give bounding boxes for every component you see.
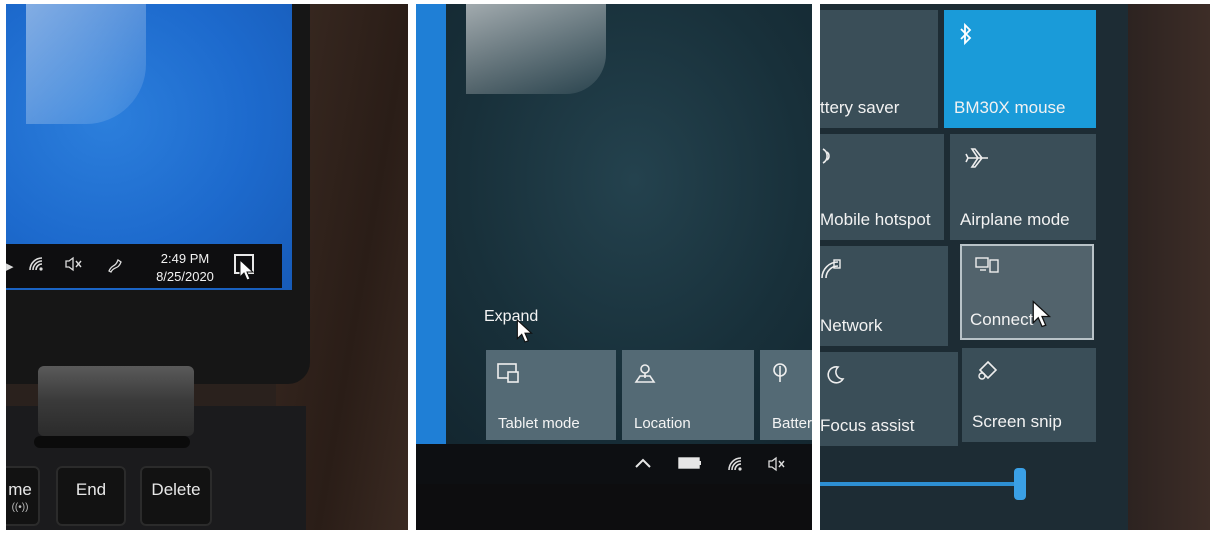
volume-muted-icon[interactable] bbox=[64, 256, 84, 272]
partial-tray-icon: ▸ bbox=[6, 258, 14, 275]
location-tile[interactable]: Location bbox=[622, 350, 754, 440]
mouse-cursor-icon bbox=[516, 319, 534, 343]
location-icon bbox=[632, 362, 658, 386]
clock-time: 2:49 PM bbox=[160, 251, 210, 266]
key-label: Delete bbox=[151, 480, 201, 499]
screen-glare bbox=[26, 4, 146, 124]
battery-saver-tile[interactable]: Battery bbox=[760, 350, 812, 440]
wifi-icon[interactable] bbox=[726, 456, 746, 472]
mouse-cursor-icon bbox=[239, 259, 255, 281]
bluetooth-icon bbox=[958, 22, 974, 46]
tile-label: Screen snip bbox=[972, 412, 1062, 431]
home-key[interactable]: me ((•)) bbox=[6, 466, 40, 526]
key-label: End bbox=[75, 480, 107, 499]
bluetooth-tile[interactable]: BM30X mouse bbox=[944, 10, 1096, 128]
taskbar-clock[interactable]: 2:49 PM 8/25/2020 bbox=[146, 250, 224, 286]
mobile-hotspot-icon bbox=[820, 146, 834, 166]
focus-assist-tile[interactable]: Focus assist bbox=[820, 352, 958, 446]
taskbar bbox=[416, 444, 812, 484]
screen-snip-icon bbox=[976, 360, 1000, 382]
end-key[interactable]: End bbox=[56, 466, 126, 526]
mobile-hotspot-tile[interactable]: Mobile hotspot bbox=[820, 134, 944, 240]
photo-taskbar-closeup: ▸ 2:49 PM 8/25/2020 me ((•)) End Delete bbox=[6, 4, 408, 530]
network-icon bbox=[820, 258, 842, 280]
battery-saver-tile[interactable]: ttery saver bbox=[820, 10, 938, 128]
key-label: me bbox=[8, 480, 32, 499]
tile-label: ttery saver bbox=[820, 98, 900, 117]
tile-label: Tablet mode bbox=[498, 415, 580, 432]
tablet-mode-icon bbox=[496, 362, 522, 384]
chevron-up-icon[interactable] bbox=[634, 456, 652, 470]
tile-label: Mobile hotspot bbox=[820, 210, 931, 229]
mouse-cursor-icon bbox=[1032, 300, 1052, 328]
screen-snip-tile[interactable]: Screen snip bbox=[962, 348, 1096, 442]
wifi-icon[interactable] bbox=[28, 256, 46, 272]
airplane-icon bbox=[964, 146, 992, 170]
clock-date: 8/25/2020 bbox=[156, 269, 214, 284]
brightness-slider-thumb[interactable] bbox=[1014, 468, 1026, 500]
photo-action-center-expanded: ttery saver BM30X mouse Mobile hotspot A… bbox=[820, 4, 1210, 530]
tile-label: Focus assist bbox=[820, 416, 915, 435]
brightness-slider-track[interactable] bbox=[820, 482, 1020, 486]
screen-glare bbox=[466, 4, 606, 94]
network-tile[interactable]: Network bbox=[820, 246, 948, 346]
tile-label: Network bbox=[820, 316, 883, 335]
battery-saver-icon bbox=[770, 362, 790, 386]
tile-label: Airplane mode bbox=[960, 210, 1070, 229]
speaker-grille bbox=[34, 436, 190, 448]
battery-icon[interactable] bbox=[678, 456, 702, 470]
connect-tile[interactable]: Connect bbox=[960, 244, 1094, 340]
tile-label: Location bbox=[634, 415, 691, 432]
tile-label: Connect bbox=[970, 310, 1034, 329]
photo-action-center-collapsed: Expand Tablet mode Location Battery bbox=[416, 4, 812, 530]
pen-icon[interactable] bbox=[106, 256, 124, 274]
moon-icon bbox=[824, 364, 846, 386]
connect-icon bbox=[974, 256, 1000, 276]
delete-key[interactable]: Delete bbox=[140, 466, 212, 526]
desktop-edge bbox=[416, 4, 446, 444]
wood-desk-background bbox=[1120, 4, 1210, 530]
tile-label: BM30X mouse bbox=[954, 98, 1066, 117]
volume-muted-icon[interactable] bbox=[766, 456, 788, 472]
laptop-hinge bbox=[38, 366, 194, 436]
tablet-mode-tile[interactable]: Tablet mode bbox=[486, 350, 616, 440]
tile-label: Battery bbox=[772, 415, 812, 432]
airplane-mode-tile[interactable]: Airplane mode bbox=[950, 134, 1096, 240]
wireless-key-glyph: ((•)) bbox=[11, 502, 29, 513]
